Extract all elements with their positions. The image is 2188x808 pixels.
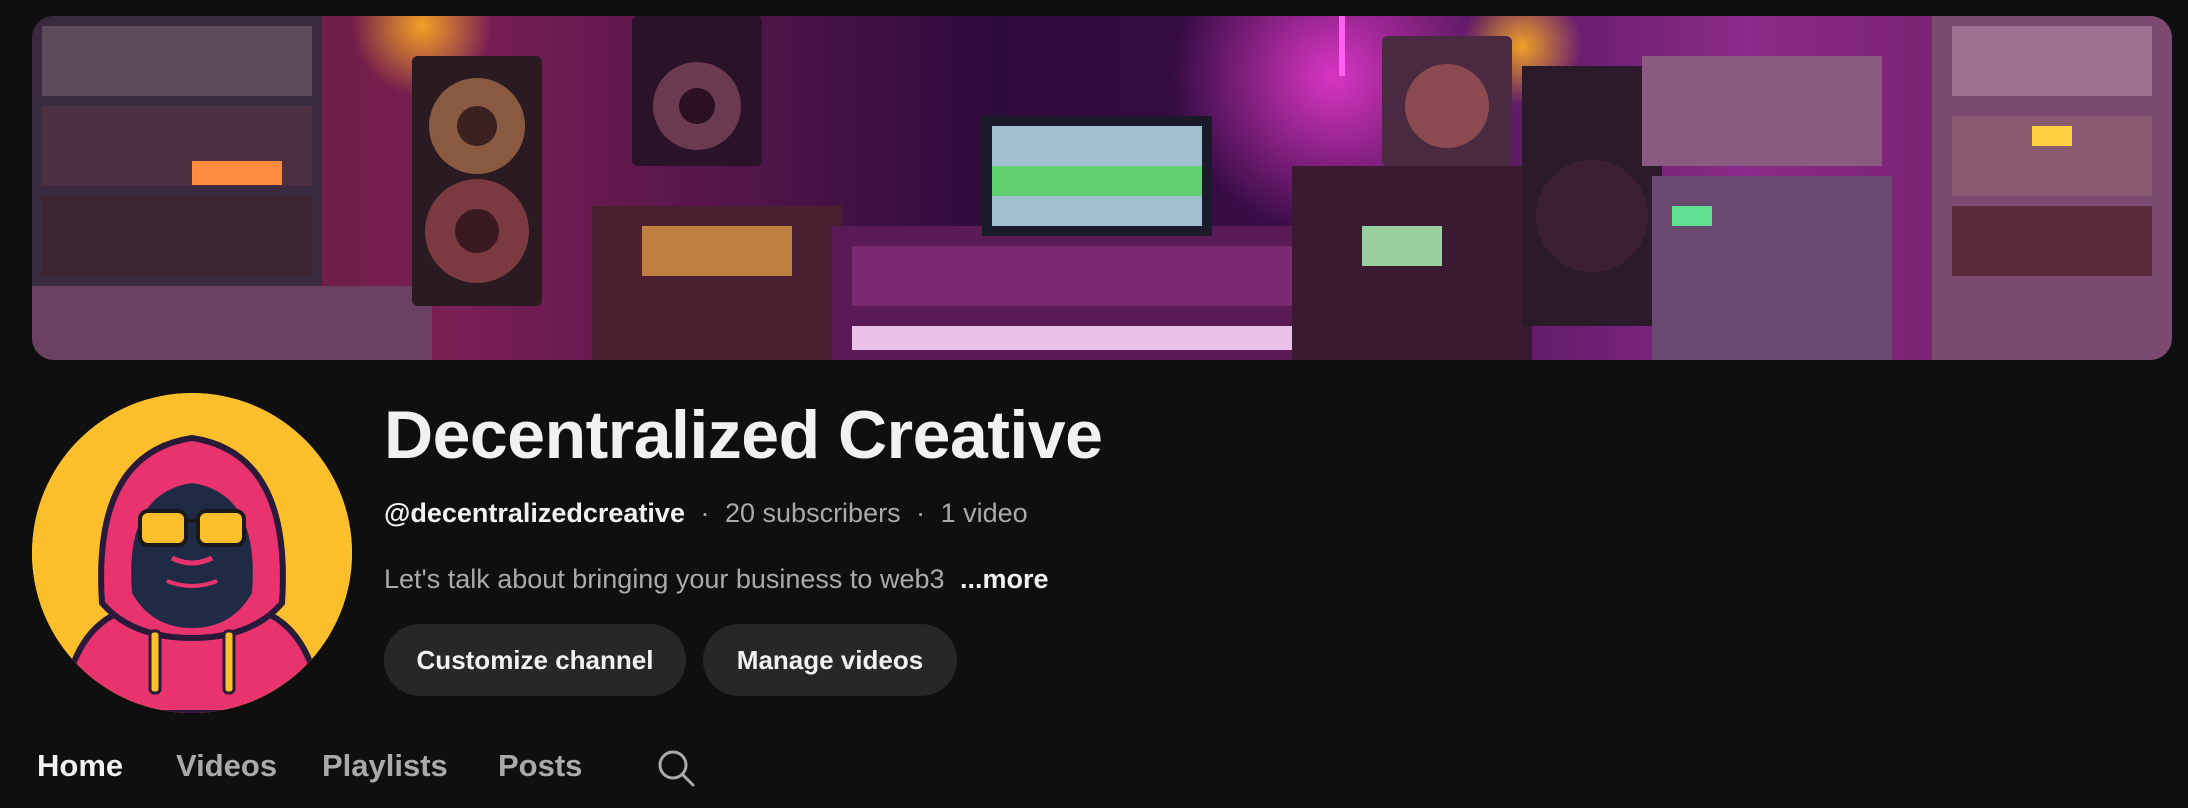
tab-playlists[interactable]: Playlists bbox=[322, 748, 448, 784]
channel-handle: @decentralizedcreative bbox=[384, 498, 685, 528]
channel-page: Decentralized Creative @decentralizedcre… bbox=[0, 0, 2188, 808]
hooded-figure-avatar-icon bbox=[32, 393, 352, 713]
studio-banner-image bbox=[32, 16, 2172, 360]
search-icon[interactable] bbox=[654, 746, 698, 790]
channel-title: Decentralized Creative bbox=[384, 397, 1103, 473]
subscriber-count: 20 subscribers bbox=[725, 498, 901, 528]
description-more-link[interactable]: ...more bbox=[960, 564, 1049, 594]
channel-avatar[interactable] bbox=[32, 393, 352, 713]
channel-meta: @decentralizedcreative · 20 subscribers … bbox=[384, 498, 1028, 529]
tab-videos[interactable]: Videos bbox=[176, 748, 277, 784]
channel-description: Let's talk about bringing your business … bbox=[384, 564, 1049, 595]
description-text: Let's talk about bringing your business … bbox=[384, 564, 945, 594]
video-count: 1 video bbox=[940, 498, 1028, 528]
manage-videos-button[interactable]: Manage videos bbox=[703, 624, 957, 696]
tab-home[interactable]: Home bbox=[37, 748, 123, 784]
meta-separator: · bbox=[700, 498, 710, 528]
tab-posts[interactable]: Posts bbox=[498, 748, 582, 784]
meta-separator: · bbox=[916, 498, 926, 528]
channel-banner bbox=[32, 16, 2172, 360]
customize-channel-button[interactable]: Customize channel bbox=[384, 624, 686, 696]
